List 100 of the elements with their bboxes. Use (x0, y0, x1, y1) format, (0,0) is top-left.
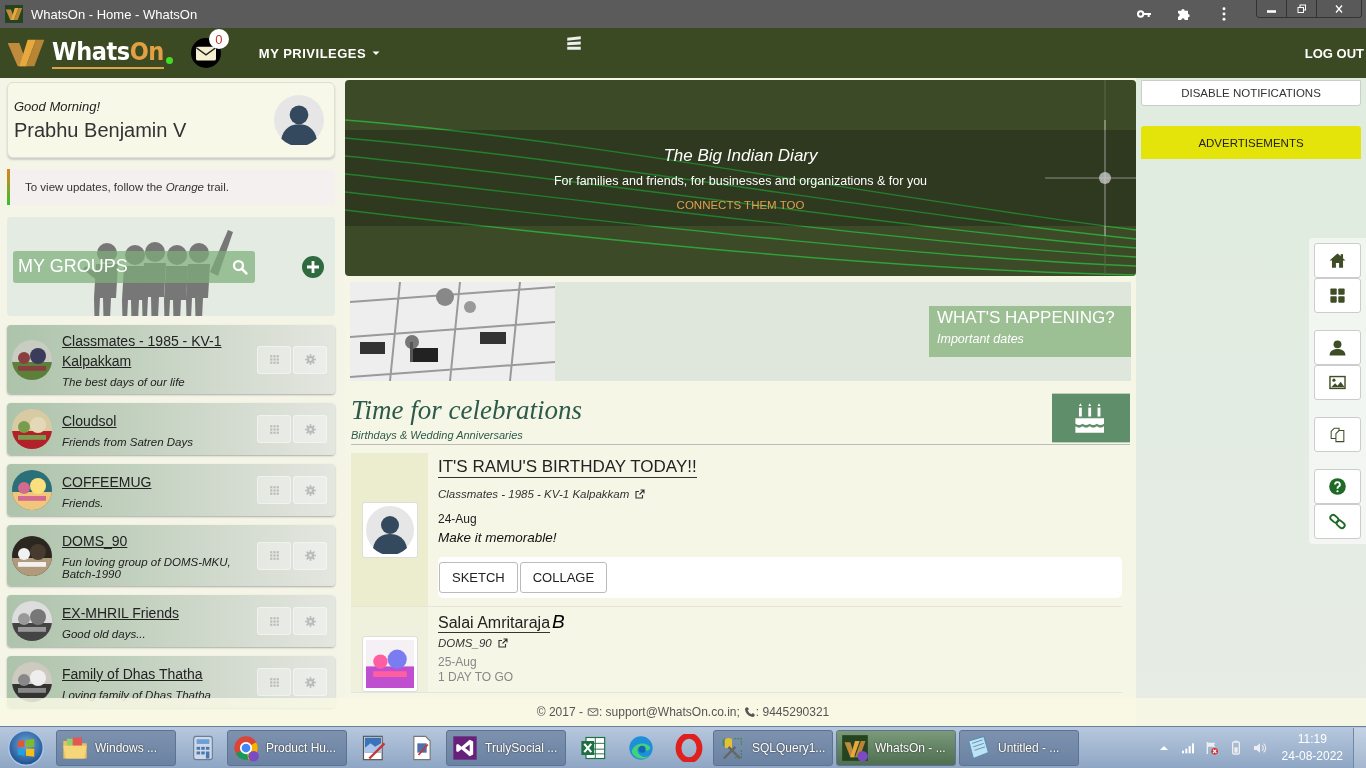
browser-icon (232, 733, 260, 762)
puzzle-icon[interactable] (1176, 6, 1192, 22)
advertisements-banner: ADVERTISEMENTS (1141, 126, 1361, 159)
help-icon (1328, 477, 1347, 496)
minimize-button[interactable] (1257, 0, 1287, 17)
restore-icon (1295, 2, 1308, 15)
greeting-text: Good Morning! (14, 98, 101, 114)
group-description: Friends. (62, 496, 105, 509)
message-count: 0 (208, 29, 229, 49)
group-card[interactable]: COFFEEMUG Friends. (7, 464, 335, 516)
home-icon (1328, 251, 1347, 270)
group-name-link[interactable]: EX-MHRIL Friends (62, 602, 255, 623)
grid-icon (267, 549, 281, 562)
group-description: The best days of our life (62, 376, 186, 388)
section-subtitle: Birthdays & Wedding Anniversaries (351, 429, 524, 441)
mail-icon (586, 706, 599, 718)
link-button[interactable] (1314, 504, 1361, 539)
minimize-icon (1267, 10, 1276, 13)
event-date: 24-Aug (438, 512, 478, 526)
banner-tagline: CONNECTS THEM TOO (676, 198, 805, 211)
group-description: Loving family of Dhas Thatha (62, 688, 212, 701)
event-message: 1 DAY TO GO (438, 670, 515, 684)
taskbar-button[interactable]: Untitled - ... (959, 729, 1079, 766)
settings-icon (303, 483, 317, 497)
email-text: : support@WhatsOn.co.in; (598, 705, 740, 719)
copy-button[interactable] (1314, 417, 1361, 452)
ring-icon[interactable] (675, 733, 703, 762)
settings-icon (303, 549, 317, 562)
group-card[interactable]: Cloudsol Friends from Satren Days (7, 403, 335, 455)
taskbar-button[interactable]: WhatsOn - ... (836, 729, 956, 766)
event-title-link[interactable]: IT'S RAMU'S BIRTHDAY TODAY!! (438, 457, 697, 478)
paint-icon[interactable] (360, 733, 388, 762)
group-description: Fun loving group of DOMS-MKU, Batch-1990 (62, 556, 232, 580)
group-card[interactable]: EX-MHRIL Friends Good old days... (7, 595, 335, 647)
settings-icon (303, 675, 317, 689)
phone-text: : 9445290321 (755, 705, 830, 719)
brand-name[interactable]: WhatsOn (52, 37, 164, 69)
image-icon (1328, 373, 1347, 392)
privileges-menu[interactable]: MY PRIVILEGES (258, 45, 383, 61)
group-name-link[interactable]: Family of Dhas Thatha (62, 663, 255, 684)
section-title: Time for celebrations (351, 395, 582, 426)
banner-subtitle: For families and friends, for businesses and organizations & for you (553, 173, 928, 188)
logout-link[interactable]: LOG OUT (1304, 45, 1364, 61)
profile-button[interactable] (1314, 330, 1361, 365)
add-icon[interactable] (301, 254, 325, 279)
group-link[interactable]: Classmates - 1985 - KV-1 Kalpakkam (438, 488, 647, 500)
event-date: 25-Aug (438, 655, 478, 669)
taskbar-button[interactable]: SQLQuery1... (713, 729, 833, 766)
grid-icon (267, 675, 281, 689)
taskbar-button[interactable]: TrulySocial ... (446, 729, 566, 766)
banner-title: The Big Indian Diary (663, 145, 818, 166)
taskbar-button[interactable]: Product Hu... (227, 729, 347, 766)
external-link-icon (496, 637, 509, 649)
group-name-link[interactable]: Classmates - 1985 - KV-1 Kalpakkam (62, 331, 255, 371)
link-icon (1328, 512, 1347, 531)
disable-notifications-button[interactable]: DISABLE NOTIFICATIONS (1141, 80, 1361, 106)
grid-icon (267, 614, 281, 628)
group-name-link[interactable]: Cloudsol (62, 410, 255, 431)
group-description: Good old days... (62, 627, 147, 640)
group-card[interactable]: Classmates - 1985 - KV-1 Kalpakkam The best days of our life (7, 325, 335, 394)
group-link[interactable]: DOMS_90 (438, 637, 509, 649)
settings-icon (303, 353, 317, 366)
copyright-text: © 2017 - (536, 705, 583, 719)
dashboard-button[interactable] (1314, 278, 1361, 313)
dot-icon (165, 56, 173, 64)
happening-title: WHAT'S HAPPENING? (937, 308, 1116, 328)
grid-icon (267, 422, 281, 436)
event-title-suffix: B (552, 611, 565, 633)
group-name-link[interactable]: DOMS_90 (62, 531, 255, 551)
gallery-button[interactable] (1314, 365, 1361, 400)
group-description: Friends from Satren Days (62, 435, 194, 448)
app-icon (451, 733, 479, 762)
user-icon (1328, 338, 1347, 357)
user-name: Prabhu Benjamin V (14, 118, 188, 142)
grid-icon (267, 353, 281, 366)
event-message: Make it memorable! (438, 530, 558, 545)
phone-icon (743, 706, 756, 718)
browser-icon[interactable] (627, 733, 655, 762)
happening-subtitle: Important dates (937, 332, 1025, 346)
grid-icon (267, 483, 281, 497)
show-desktop-button[interactable] (1353, 727, 1366, 768)
action-button[interactable]: COLLAGE (519, 562, 608, 593)
group-name-link[interactable]: COFFEEMUG (62, 471, 255, 492)
copy-icon (1328, 425, 1347, 444)
action-button[interactable]: SKETCH (439, 562, 518, 593)
home-button[interactable] (1314, 243, 1361, 278)
settings-icon (303, 614, 317, 628)
event-title-link[interactable]: Salai Amritaraja (438, 614, 551, 633)
help-button[interactable] (1314, 469, 1361, 504)
taskbar-button[interactable]: Windows ... (56, 729, 176, 766)
settings-icon (303, 422, 317, 436)
group-card[interactable]: DOMS_90 Fun loving group of DOMS-MKU, Batch-1990 (7, 525, 335, 586)
tip-text: To view updates, follow the Orange trail. (7, 169, 335, 205)
app-icon (5, 5, 23, 23)
cake-icon (1052, 393, 1130, 443)
avatar-icon (274, 95, 324, 145)
window-title: WhatsOn - Home - WhatsOn (31, 6, 198, 22)
start-button[interactable] (8, 729, 44, 766)
external-link-icon (634, 488, 647, 500)
search-icon (231, 257, 249, 276)
